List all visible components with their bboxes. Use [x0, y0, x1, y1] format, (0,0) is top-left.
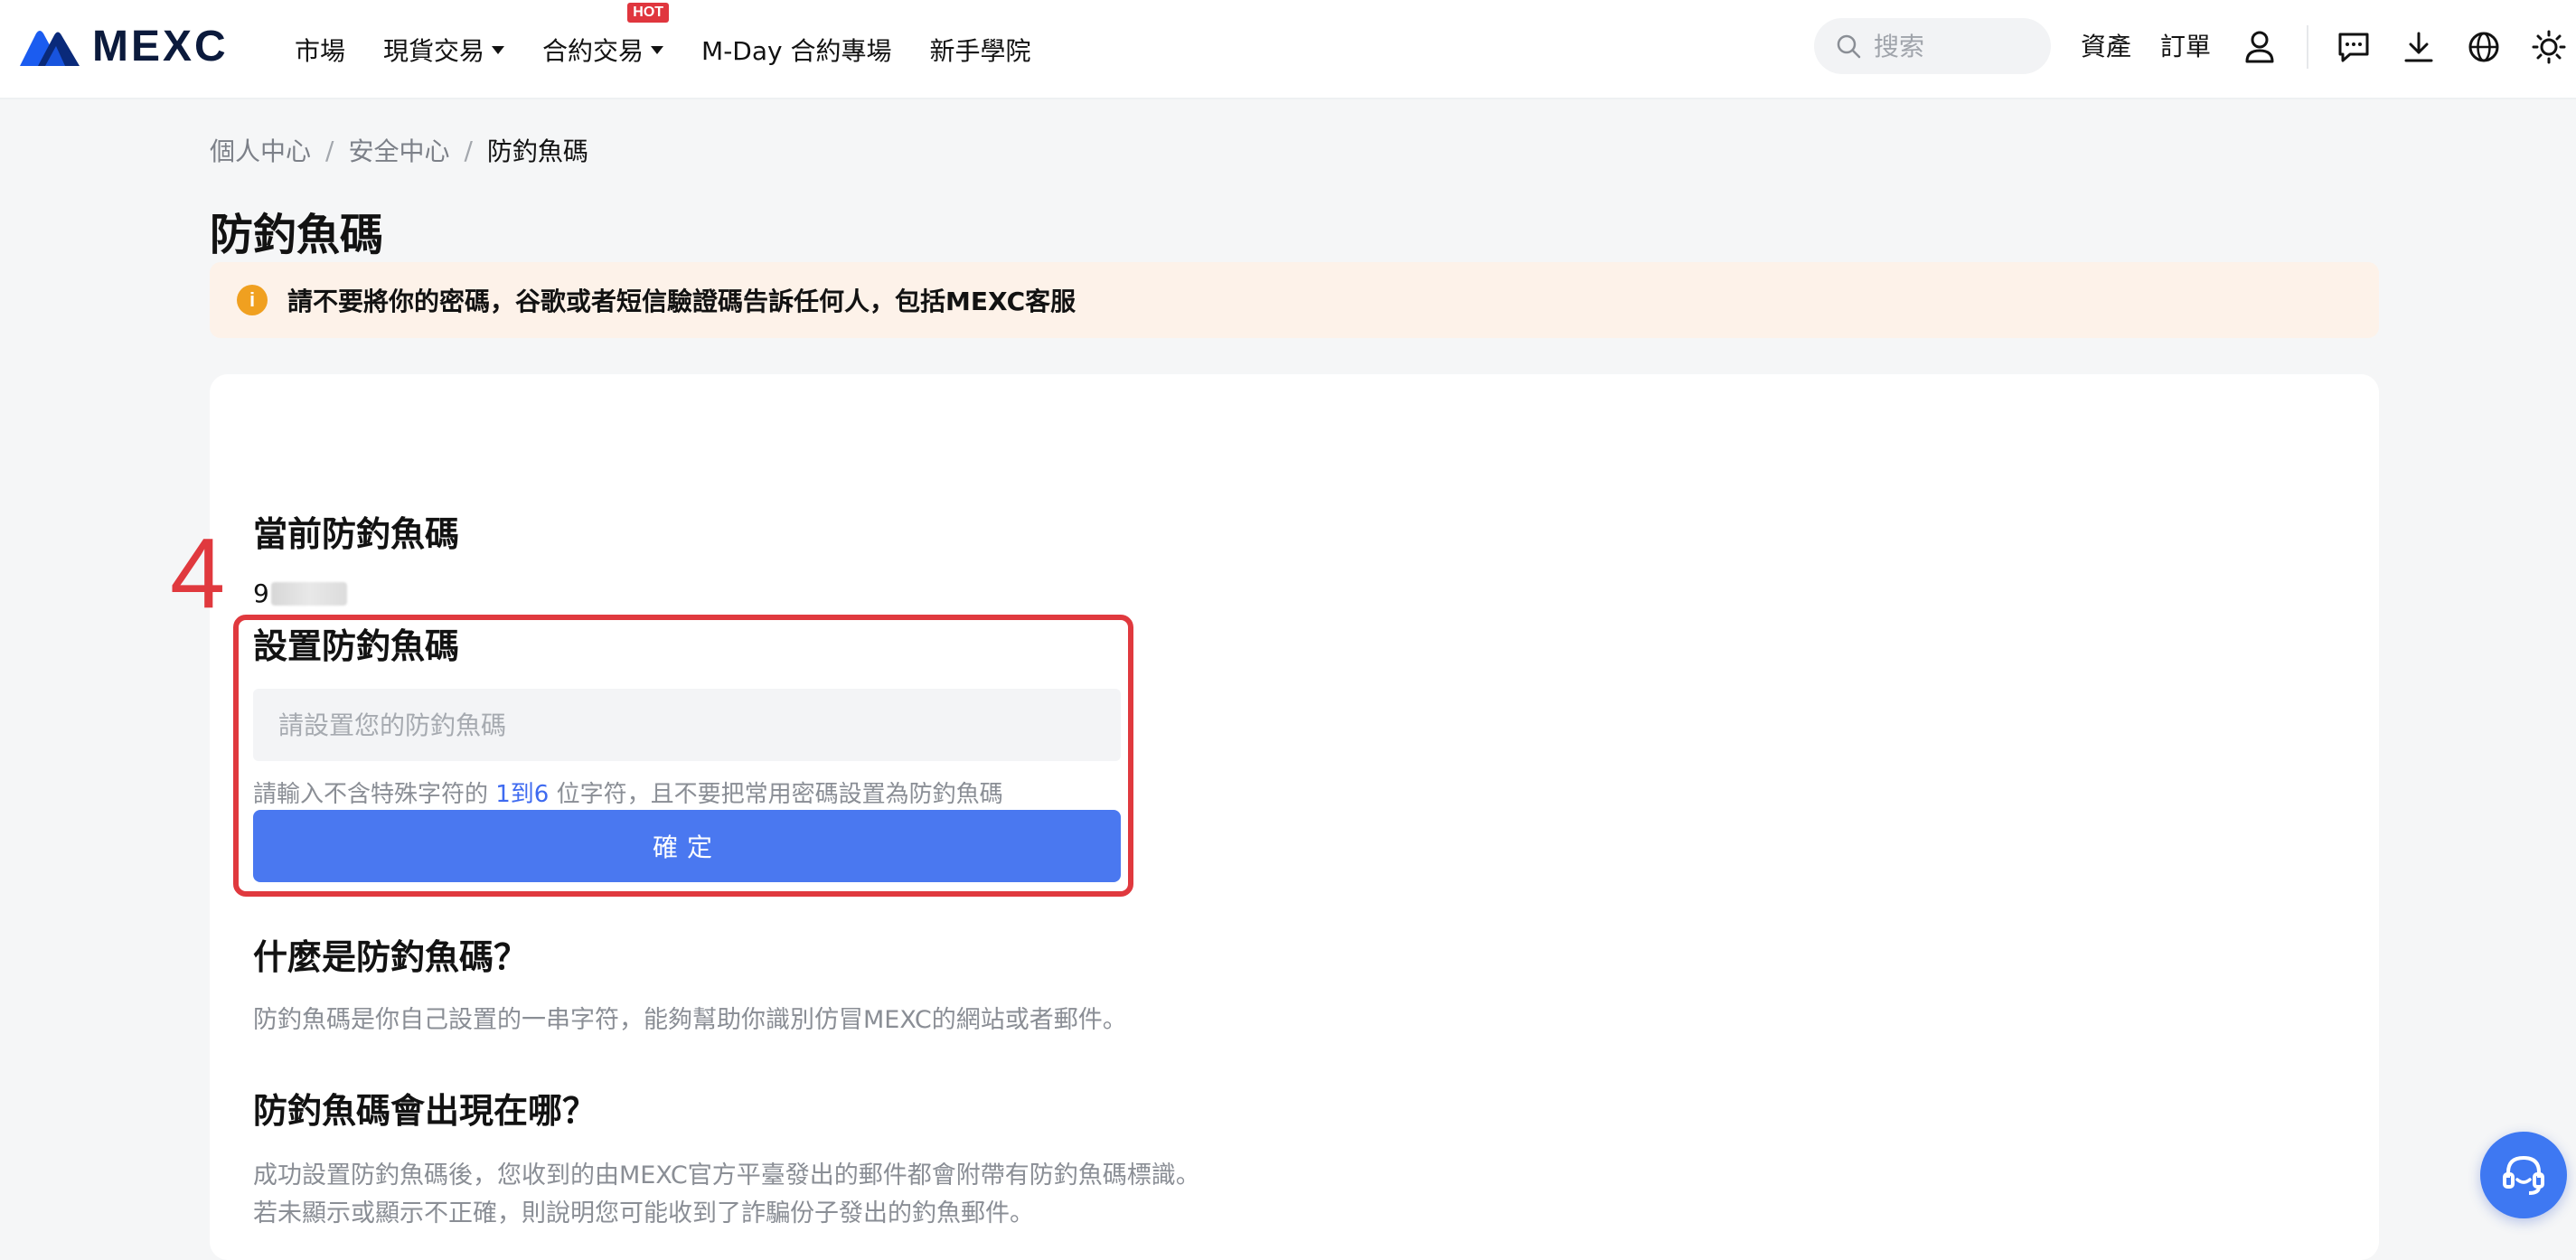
breadcrumb-security-center[interactable]: 安全中心: [348, 132, 449, 168]
faq-where-text-2: 若未顯示或顯示不正確，則說明您可能收到了詐騙份子發出的釣魚郵件。: [253, 1199, 1034, 1227]
breadcrumb-current: 防釣魚碼: [486, 136, 588, 166]
blurred-code-mask: [270, 581, 347, 606]
caret-down-icon: [492, 45, 505, 54]
breadcrumb-separator: /: [325, 135, 334, 165]
assets-link[interactable]: 資產: [2081, 27, 2131, 63]
hot-badge: HOT: [627, 3, 670, 23]
breadcrumb-separator: /: [464, 135, 473, 165]
search-icon: [1837, 34, 1861, 59]
nav-futures[interactable]: 合約交易 HOT: [542, 3, 670, 68]
nav-market-label: 市場: [295, 36, 346, 66]
headset-icon: [2503, 1155, 2544, 1195]
setup-code-title: 設置防釣魚碼: [253, 626, 460, 666]
current-code-text: 9: [253, 578, 269, 608]
current-code-title: 當前防釣魚碼: [253, 514, 460, 554]
breadcrumb: 個人中心 / 安全中心 / 防釣魚碼: [210, 132, 588, 168]
orders-link[interactable]: 訂單: [2160, 27, 2211, 63]
breadcrumb-personal-center[interactable]: 個人中心: [210, 132, 311, 168]
nav-futures-label: 合約交易: [542, 36, 644, 66]
nav-market[interactable]: 市場: [295, 32, 345, 68]
customer-support-button[interactable]: [2480, 1132, 2567, 1218]
current-code-value: 9: [253, 578, 347, 608]
page-title: 防釣魚碼: [210, 210, 384, 260]
faq-where-text-1: 成功設置防釣魚碼後，您收到的由MEXC官方平臺發出的郵件都會附帶有防釣魚碼標識。: [253, 1161, 1200, 1189]
nav-spot[interactable]: 現貨交易: [383, 32, 505, 68]
download-icon[interactable]: [2401, 29, 2437, 65]
top-header: MEXC 市場 現貨交易 合約交易 HOT M-Day 合約專場 新手學院 資產…: [0, 0, 2576, 99]
nav-spot-label: 現貨交易: [383, 36, 485, 66]
message-icon[interactable]: [2336, 29, 2372, 65]
main-nav: 市場 現貨交易 合約交易 HOT M-Day 合約專場 新手學院: [295, 0, 1069, 99]
hint-suffix: 位字符，且不要把常用密碼設置為防釣魚碼: [549, 781, 1003, 808]
nav-academy[interactable]: 新手學院: [930, 32, 1031, 68]
confirm-button[interactable]: 確定: [253, 810, 1121, 882]
globe-icon[interactable]: [2466, 29, 2502, 65]
nav-mday-label: M-Day 合約專場: [701, 36, 892, 66]
caret-down-icon: [651, 45, 664, 54]
faq-where-title: 防釣魚碼會出現在哪？: [253, 1091, 597, 1131]
warning-text: 請不要將你的密碼，谷歌或者短信驗證碼告訴任何人，包括MEXC客服: [287, 287, 1076, 316]
search-box[interactable]: [1814, 18, 2051, 74]
header-divider: [2307, 25, 2308, 69]
mexc-mountain-icon: [20, 31, 80, 66]
nav-mday[interactable]: M-Day 合約專場: [701, 32, 891, 68]
theme-sun-icon[interactable]: [2531, 29, 2567, 65]
step-annotation-number: 4: [170, 518, 226, 629]
mexc-logo[interactable]: MEXC: [20, 23, 229, 71]
faq-what-title: 什麼是防釣魚碼？: [253, 937, 529, 977]
search-input[interactable]: [1874, 31, 2027, 61]
hint-range: 1到6: [495, 781, 550, 808]
anti-phishing-code-input[interactable]: [253, 689, 1121, 761]
info-warning-icon: i: [237, 285, 268, 315]
hint-prefix: 請輸入不含特殊字符的: [253, 781, 496, 808]
logo-wordmark: MEXC: [92, 22, 229, 71]
faq-what-text: 防釣魚碼是你自己設置的一串字符，能夠幫助你識別仿冒MEXC的網站或者郵件。: [253, 1006, 1127, 1034]
nav-academy-label: 新手學院: [929, 36, 1031, 66]
user-icon[interactable]: [2242, 29, 2278, 65]
security-warning-banner: i 請不要將你的密碼，谷歌或者短信驗證碼告訴任何人，包括MEXC客服: [210, 262, 2379, 338]
code-hint: 請輸入不含特殊字符的 1到6 位字符，且不要把常用密碼設置為防釣魚碼: [253, 776, 1003, 809]
